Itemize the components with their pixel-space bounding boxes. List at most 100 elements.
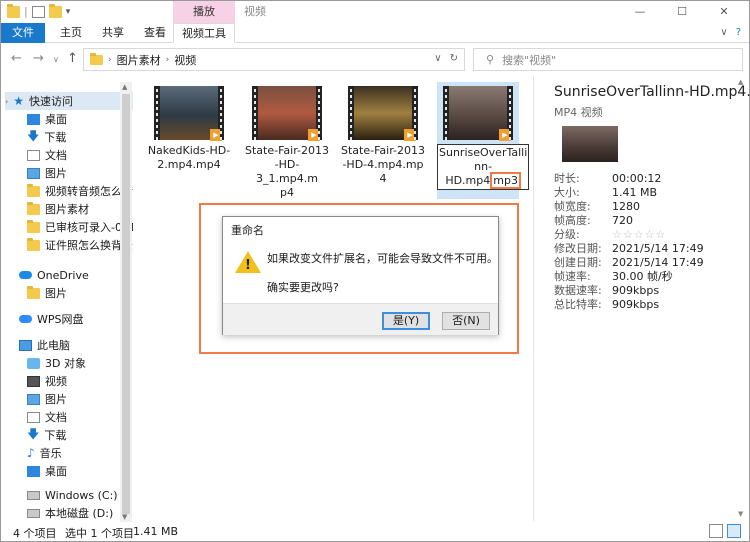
sidebar-scrollbar[interactable]: ▲ ▼ [120, 82, 132, 522]
detail-row-framerate: 帧速率: 30.00 帧/秒 [554, 270, 673, 284]
file-item[interactable]: ▶ NakedKids-HD- 2.mp4.mp4 [147, 82, 231, 172]
sidebar-item-pictures[interactable]: 图片✦ [27, 164, 133, 182]
detail-row-width: 帧宽度: 1280 [554, 200, 640, 214]
detail-key: 修改日期: [554, 242, 602, 255]
detail-value: 2021/5/14 17:49 [612, 256, 704, 269]
sidebar-item-label: 快速访问 [28, 95, 73, 108]
tab-home[interactable]: 主页 [51, 23, 91, 43]
sidebar-item-drive-d[interactable]: 本地磁盘 (D:) [27, 504, 133, 522]
sidebar-item-pictures-material[interactable]: 图片素材 [27, 200, 133, 218]
sidebar-item-pc-pictures[interactable]: 图片 [27, 390, 133, 408]
file-item[interactable]: ▶ State-Fair-2013 -HD-4.mp4.mp 4 [341, 82, 425, 186]
tab-share[interactable]: 共享 [93, 23, 133, 43]
detail-key: 创建日期: [554, 256, 602, 269]
large-icons-view-icon[interactable] [727, 524, 741, 538]
desktop-icon [27, 465, 40, 477]
new-folder-icon[interactable] [48, 3, 62, 18]
video-thumbnail: ▶ [443, 86, 513, 141]
document-icon [27, 411, 40, 423]
sidebar-item-video-to-audio[interactable]: 视频转音频怎么转 [27, 182, 133, 200]
chevron-down-icon[interactable]: ∨ [720, 27, 727, 38]
chevron-right-icon[interactable]: › [108, 55, 112, 65]
breadcrumb-video[interactable]: 视频 [174, 52, 196, 68]
sidebar-item-drive-c[interactable]: Windows (C:) [27, 486, 133, 504]
rename-input[interactable]: SunriseOverTalli nn-HD.mp4 mp3 [437, 144, 530, 190]
rename-text-base: nn-HD.mp4 [445, 160, 493, 187]
desktop-icon [27, 113, 40, 125]
scroll-up-icon[interactable]: ▲ [122, 83, 127, 91]
minimize-button[interactable]: — [619, 1, 661, 23]
address-bar[interactable]: › 图片素材 › 视频 ∨ ↻ [83, 48, 465, 71]
detail-value: 1.41 MB [612, 186, 658, 199]
details-title: SunriseOverTallinn-HD.mp4... [554, 84, 750, 100]
details-type: MP4 视频 [554, 106, 603, 119]
refresh-icon[interactable]: ↻ [450, 53, 458, 64]
help-icon[interactable]: ? [736, 27, 741, 38]
selected-size: 1.41 MB [133, 525, 179, 538]
sidebar-item-music[interactable]: ♪ 音乐 [27, 444, 133, 462]
scroll-down-icon[interactable]: ▼ [738, 510, 743, 518]
video-icon [27, 375, 40, 387]
sidebar-item-quick-access[interactable]: › ★ 快速访问 [5, 92, 133, 110]
folder-icon [27, 183, 40, 197]
forward-arrow-icon[interactable]: → [33, 51, 44, 66]
sidebar-item-downloads[interactable]: 🡇下载✦ [27, 128, 133, 146]
tab-view[interactable]: 查看 [135, 23, 175, 43]
sidebar-item-documents[interactable]: 文档✦ [27, 146, 133, 164]
sidebar-item-onedrive-pictures[interactable]: 图片 [27, 284, 133, 302]
sidebar-item-this-pc[interactable]: 此电脑 [19, 336, 133, 354]
detail-row-size: 大小: 1.41 MB [554, 186, 657, 200]
detail-key: 帧宽度: [554, 200, 591, 213]
document-icon [27, 149, 40, 161]
music-icon: ♪ [27, 446, 35, 460]
tab-file[interactable]: 文件 [1, 23, 45, 43]
scrollbar-thumb[interactable] [122, 94, 130, 514]
context-tab-play[interactable]: 播放 [173, 1, 235, 23]
sidebar-item-3d-objects[interactable]: 3D 对象 [27, 354, 133, 372]
sidebar-item-label: OneDrive [37, 268, 89, 282]
back-arrow-icon[interactable]: ← [11, 51, 22, 66]
maximize-button[interactable]: ☐ [661, 1, 703, 23]
detail-value: 909kbps [612, 298, 660, 311]
folder-icon [90, 52, 103, 65]
file-item[interactable]: ▶ State-Fair-2013 -HD-3_1.mp4.m p4 [245, 82, 329, 200]
selected-count: 选中 1 个项目 [65, 527, 134, 540]
yes-button[interactable]: 是(Y) [382, 312, 430, 330]
sidebar-item-onedrive[interactable]: OneDrive [19, 266, 133, 284]
detail-row-datarate: 数据速率: 909kbps [554, 284, 659, 298]
sidebar-item-reviewed[interactable]: 已审核可录入-091 [27, 218, 133, 236]
sidebar-item-wps-cloud[interactable]: WPS网盘 [19, 310, 133, 328]
sidebar-item-pc-desktop[interactable]: 桌面 [27, 462, 133, 480]
close-button[interactable]: ✕ [703, 1, 745, 23]
sidebar-item-desktop[interactable]: 桌面✦ [27, 110, 133, 128]
download-icon: 🡇 [27, 426, 40, 441]
chevron-right-icon[interactable]: › [166, 55, 170, 65]
3d-objects-icon [27, 357, 40, 369]
breadcrumb-pictures-material[interactable]: 图片素材 [117, 52, 161, 68]
video-thumbnail: ▶ [154, 86, 224, 141]
sidebar-item-videos[interactable]: 视频 [27, 372, 133, 390]
details-scrollbar[interactable]: ▲ ▼ [738, 78, 748, 518]
scroll-up-icon[interactable]: ▲ [738, 78, 743, 86]
scroll-down-icon[interactable]: ▼ [122, 513, 127, 521]
tab-video-tools[interactable]: 视频工具 [173, 23, 235, 43]
sidebar-item-id-photo[interactable]: 证件照怎么换背景 [27, 236, 133, 254]
search-input[interactable]: ⚲ 搜索"视频" [473, 48, 743, 71]
status-bar: 4 个项目 选中 1 个项目 1.41 MB [1, 522, 749, 541]
separator: | [24, 5, 28, 18]
file-item-selected[interactable]: ▶ SunriseOverTalli nn-HD.mp4 mp3 [437, 82, 530, 199]
search-icon: ⚲ [486, 53, 495, 66]
details-view-icon[interactable] [709, 524, 723, 538]
sidebar-item-pc-documents[interactable]: 文档 [27, 408, 133, 426]
chevron-down-icon[interactable]: › [5, 97, 8, 106]
customize-qat-icon[interactable]: ▾ [66, 7, 71, 17]
play-icon: ▶ [308, 129, 320, 141]
recent-locations-icon[interactable]: ∨ [53, 55, 59, 64]
chevron-down-icon[interactable]: ∨ [434, 53, 441, 64]
rating-stars[interactable]: ☆☆☆☆☆ [612, 228, 666, 242]
properties-icon[interactable] [31, 5, 45, 18]
up-arrow-icon[interactable]: ↑ [67, 51, 78, 66]
sidebar-item-pc-downloads[interactable]: 🡇 下载 [27, 426, 133, 444]
warning-mark: ! [245, 258, 251, 273]
no-button[interactable]: 否(N) [442, 312, 490, 330]
